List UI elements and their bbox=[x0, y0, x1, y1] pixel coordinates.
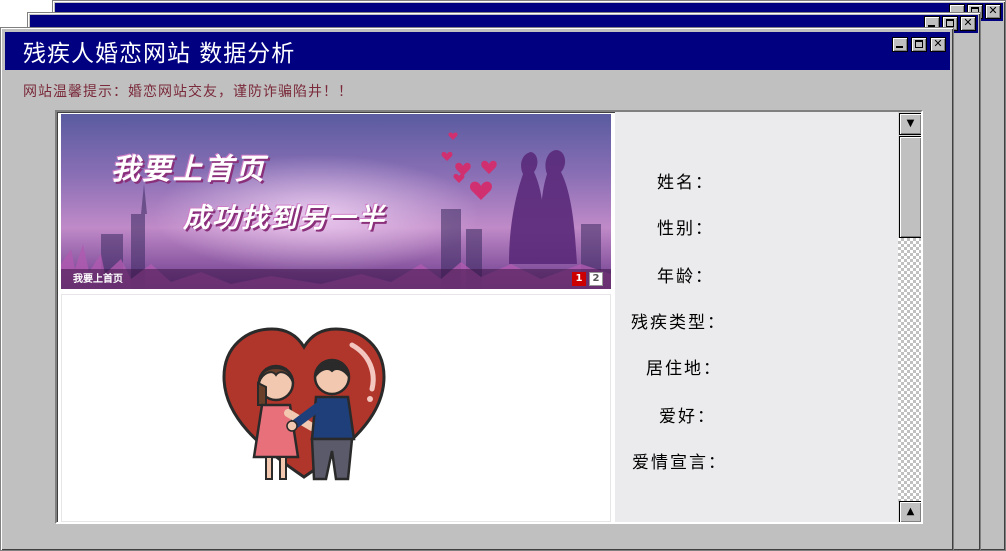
field-disability-type-label: 残疾类型： bbox=[631, 313, 726, 333]
site-notice: 网站温馨提示：婚恋网站交友，谨防诈骗陷井！！ bbox=[23, 84, 353, 100]
profile-panel: 姓名： 性别： 年龄： 残疾类型： 居住地： 爱好： 爱情宣言： bbox=[615, 112, 898, 522]
vertical-scrollbar[interactable]: ▼ ▲ bbox=[898, 112, 921, 522]
scrollbar-track[interactable] bbox=[898, 238, 921, 502]
field-age-label: 年龄： bbox=[657, 267, 714, 287]
field-residence-label: 居住地： bbox=[646, 359, 722, 379]
banner-tagline: 成功找到另一半 bbox=[183, 203, 386, 234]
field-name-label: 姓名： bbox=[657, 173, 714, 193]
window-controls: ✕ bbox=[892, 37, 946, 52]
banner-headline: 我要上首页 bbox=[111, 152, 267, 186]
banner-page-2[interactable]: 2 bbox=[589, 272, 603, 286]
scroll-down-button[interactable]: ▼ bbox=[899, 113, 921, 135]
couple-heart-icon bbox=[222, 327, 386, 481]
content-frame: 我要上首页 成功找到另一半 我要上首页 1 2 姓名： 性别： 年龄： 残疾类型… bbox=[55, 110, 923, 524]
banner-carousel[interactable]: 我要上首页 成功找到另一半 我要上首页 1 2 bbox=[61, 114, 611, 289]
main-window: 残疾人婚恋网站 数据分析 ✕ 网站温馨提示：婚恋网站交友，谨防诈骗陷井！！ 我要… bbox=[0, 27, 954, 551]
maximize-button[interactable] bbox=[911, 37, 927, 52]
scroll-up-button[interactable]: ▲ bbox=[899, 501, 921, 522]
field-hobby-label: 爱好： bbox=[659, 407, 716, 427]
field-gender-label: 性别： bbox=[657, 219, 714, 239]
close-button[interactable]: ✕ bbox=[930, 37, 946, 52]
banner-pager: 1 2 bbox=[572, 272, 603, 286]
profile-photo-area bbox=[61, 294, 611, 522]
window-title: 残疾人婚恋网站 数据分析 bbox=[23, 41, 296, 67]
field-love-declaration-label: 爱情宣言： bbox=[632, 453, 727, 473]
title-bar[interactable]: 残疾人婚恋网站 数据分析 ✕ bbox=[5, 32, 950, 70]
banner-caption[interactable]: 我要上首页 bbox=[73, 270, 123, 285]
minimize-button[interactable] bbox=[892, 37, 908, 52]
banner-page-1[interactable]: 1 bbox=[572, 272, 586, 286]
close-icon[interactable]: ✕ bbox=[985, 4, 1001, 19]
close-icon[interactable]: ✕ bbox=[960, 16, 976, 31]
scrollbar-thumb[interactable] bbox=[899, 136, 921, 238]
